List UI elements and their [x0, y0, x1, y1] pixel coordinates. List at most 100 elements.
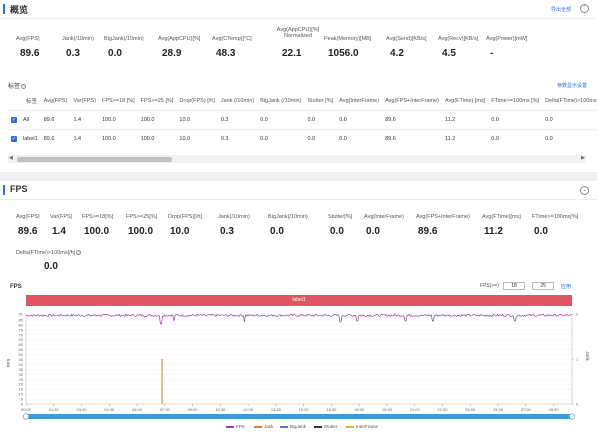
row-checkbox[interactable]: ✓: [11, 116, 17, 123]
table-cell: 0.0: [336, 128, 383, 148]
overview-stat-value: 22.1: [282, 48, 302, 59]
overview-header: 概览 导出全部 ⌃: [0, 0, 597, 18]
table-cell: 89.6: [382, 109, 442, 129]
legend-item[interactable]: Stutter: [314, 424, 337, 429]
horizontal-scrollbar[interactable]: ◀ ▶: [8, 155, 586, 163]
column-header[interactable]: Avg(FPS+InterFrame): [382, 93, 442, 110]
fps-stat-label: Avg(FTime)[ms]: [482, 214, 521, 220]
overview-stat-value: 89.6: [20, 48, 40, 59]
y-tick-label: 15: [19, 387, 24, 392]
overview-stat-label: Avg(FPS): [16, 36, 40, 42]
column-header[interactable]: BigJank (/10min): [257, 93, 304, 110]
column-header[interactable]: FPS>=25 [%]: [138, 93, 177, 110]
overview-stat-value: 4.5: [442, 48, 456, 59]
collapse-overview-button[interactable]: ⌃: [580, 4, 589, 13]
legend-label: Jank: [264, 424, 274, 429]
x-tick-label: 09:00: [188, 407, 199, 412]
legend-label: BigJank: [290, 424, 307, 429]
overview-stat-value: -: [490, 48, 494, 59]
section-marker: [3, 4, 5, 14]
fps-stat-label: Drop(FPS)[/h]: [168, 214, 202, 220]
label-band[interactable]: label1: [26, 295, 572, 306]
row-label-cell: ✓ All: [8, 109, 41, 129]
info-icon: ?: [21, 83, 27, 89]
row-label-cell: ✓ label1: [8, 128, 41, 148]
overview-stat-value: 1056.0: [328, 48, 359, 59]
column-header[interactable]: FPS>=18 [%]: [99, 93, 138, 110]
scrollbar-thumb[interactable]: [17, 156, 172, 162]
overview-panel: 概览 导出全部 ⌃ Avg(FPS) 89.6 Jank(/10min) 0.3 Big…: [0, 0, 597, 172]
y-tick-label: 5: [21, 397, 24, 402]
legend-label: InterFrame: [356, 424, 379, 429]
legend-item[interactable]: BigJank: [280, 424, 306, 429]
overview-stat-label: Avg(Send)[KB/s]: [386, 36, 427, 42]
legend-swatch: [226, 426, 234, 428]
x-tick-label: 24:00: [465, 407, 476, 412]
column-header[interactable]: Avg(FPS): [41, 93, 71, 110]
column-header[interactable]: Delta(FTime)>100ms [/h]: [542, 93, 597, 110]
row-checkbox[interactable]: ✓: [11, 135, 17, 142]
section-marker: [3, 185, 5, 195]
x-tick-label: 22:30: [437, 407, 448, 412]
column-header[interactable]: Stutter [%]: [304, 93, 336, 110]
export-all-link[interactable]: 导出全部: [551, 6, 571, 13]
overview-stat-value: 4.2: [390, 48, 404, 59]
column-header[interactable]: Avg(InterFrame): [336, 93, 382, 110]
table-row[interactable]: ✓ All 89.6 1.4 100.0 100.0 10.0 0.3 0.0 0.0 0.0 89.…: [8, 109, 597, 129]
collapse-fps-button[interactable]: ⌄: [580, 186, 589, 195]
y-tick-label: 35: [19, 367, 24, 372]
column-header[interactable]: Avg(FTime) [ms]: [442, 93, 488, 110]
scroll-right-icon[interactable]: ▶: [581, 155, 585, 161]
fps-stat-label: FTime>=100ms[%]: [532, 214, 579, 220]
table-cell: 100.0: [137, 109, 177, 129]
y-tick-label: 60: [19, 342, 24, 347]
overview-stat-value: 28.9: [162, 48, 182, 59]
legend-item[interactable]: Jank: [254, 424, 274, 429]
y-tick-label: 55: [19, 347, 24, 352]
table-cell: 0.0: [488, 109, 543, 129]
y-tick-label: 85: [19, 317, 24, 322]
x-tick-label: 25:30: [493, 407, 504, 412]
fps-header: FPS ⌄: [0, 181, 597, 199]
column-header[interactable]: Drop(FPS) [/h]: [176, 93, 217, 110]
y-tick-label: 80: [19, 322, 24, 327]
threshold-input-25[interactable]: 25: [532, 282, 554, 290]
fps-stat-label: Stutter[%]: [328, 214, 353, 220]
fps-stat-label: FPS>=18[%]: [82, 214, 114, 220]
labels-table: 标签 Avg(FPS) Var(FPS) FPS>=18 [%] FPS>=25 [%]…: [8, 93, 597, 148]
labels-title: 标签?: [8, 83, 27, 90]
legend-swatch: [314, 426, 322, 428]
overview-stat-label: Jank(/10min): [62, 36, 94, 42]
table-cell: 10.0: [176, 109, 218, 129]
fps-title: FPS: [10, 184, 28, 194]
column-header[interactable]: FTime>=100ms [%]: [488, 93, 542, 110]
table-cell: 100.0: [137, 128, 177, 148]
table-cell: 0.0: [304, 109, 337, 129]
delta-ftime-label: Delta(FTime)>100ms[/h]?: [16, 250, 82, 256]
x-tick-label: 00:00: [21, 407, 32, 412]
table-cell: 1.4: [70, 128, 99, 148]
threshold-input-18[interactable]: 18: [503, 282, 525, 290]
legend-item[interactable]: InterFrame: [346, 424, 378, 429]
y-tick-label: 30: [19, 372, 24, 377]
legend-item[interactable]: FPS: [226, 424, 245, 429]
column-header[interactable]: Jank (/10min): [218, 93, 257, 110]
table-cell: 0.3: [217, 109, 258, 129]
column-header[interactable]: 标签: [8, 93, 41, 110]
table-cell: 0.0: [304, 128, 337, 148]
parameter-settings-link[interactable]: 参数显示设置: [557, 82, 587, 89]
scroll-left-icon[interactable]: ◀: [9, 155, 13, 161]
y2-axis-label: Jank: [585, 351, 590, 361]
column-header[interactable]: Var(FPS): [70, 93, 99, 110]
fps-stat-label: FPS>=25[%]: [126, 214, 158, 220]
overview-stat-label: Avg(AppCPU)[%]: [158, 36, 201, 42]
x-tick-label: 28:30: [548, 407, 559, 412]
chart-title: FPS: [10, 284, 22, 290]
overview-stat-value: 0.3: [66, 48, 80, 59]
y-tick-label: 0: [21, 402, 24, 407]
fps-stat-value: 10.0: [170, 226, 190, 237]
apply-button[interactable]: 应用: [561, 283, 571, 290]
table-header-row: 标签 Avg(FPS) Var(FPS) FPS>=18 [%] FPS>=25 [%]…: [8, 93, 597, 110]
y2-tick-label: 2: [576, 312, 579, 317]
table-row[interactable]: ✓ label1 89.6 1.4 100.0 100.0 10.0 0.3 0.0 0.0 0.0…: [8, 128, 597, 148]
